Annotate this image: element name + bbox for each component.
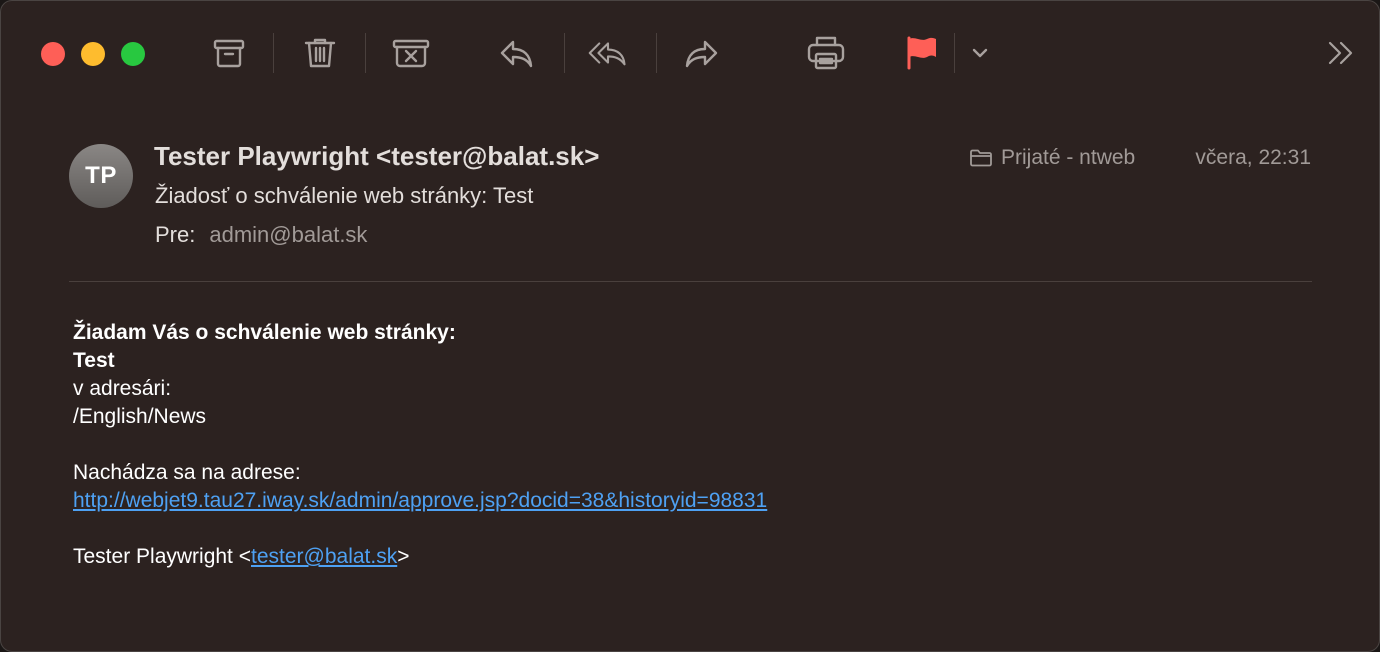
trash-icon[interactable] <box>300 33 340 73</box>
mailbox-name: Prijaté - ntweb <box>1001 146 1136 169</box>
message-body: Žiadam Vás o schválenie web stránky: Tes… <box>73 319 767 571</box>
minimize-window-button[interactable] <box>81 42 105 66</box>
recipient-address[interactable]: admin@balat.sk <box>209 222 367 247</box>
message-date: včera, 22:31 <box>1195 146 1311 169</box>
forward-icon[interactable] <box>682 33 722 73</box>
body-folder-label: v adresári: <box>73 377 172 400</box>
header-divider <box>69 281 1312 282</box>
mail-window: TP Tester Playwright <tester@balat.sk> Ž… <box>0 0 1380 652</box>
toolbar-separator <box>365 33 366 73</box>
toolbar-separator <box>273 33 274 73</box>
signature-email-link[interactable]: tester@balat.sk <box>251 545 397 568</box>
toolbar <box>1 1 1379 105</box>
archive-icon[interactable] <box>209 33 249 73</box>
junk-icon[interactable] <box>391 33 431 73</box>
signature-end: > <box>397 545 410 568</box>
print-icon[interactable] <box>806 33 846 73</box>
recipient-row: Pre: admin@balat.sk <box>155 222 367 248</box>
body-signature: Tester Playwright <tester@balat.sk> <box>73 543 767 571</box>
avatar: TP <box>69 144 133 208</box>
reply-all-icon[interactable] <box>588 33 628 73</box>
reply-icon[interactable] <box>496 33 536 73</box>
approve-link[interactable]: http://webjet9.tau27.iway.sk/admin/appro… <box>73 489 767 512</box>
recipient-label: Pre: <box>155 222 196 247</box>
chevron-down-icon[interactable] <box>960 33 1000 73</box>
body-heading: Žiadam Vás o schválenie web stránky: <box>73 321 456 344</box>
more-chevrons-icon[interactable] <box>1321 33 1361 73</box>
flag-icon[interactable] <box>901 33 941 73</box>
body-folder-path: /English/News <box>73 405 207 428</box>
mailbox-location[interactable]: Prijaté - ntweb <box>969 146 1135 170</box>
folder-icon <box>970 149 992 167</box>
signature-name: Tester Playwright < <box>73 545 251 568</box>
close-window-button[interactable] <box>41 42 65 66</box>
body-address-label: Nachádza sa na adrese: <box>73 461 301 484</box>
body-page-name: Test <box>73 349 115 372</box>
toolbar-separator <box>954 33 955 73</box>
toolbar-separator <box>656 33 657 73</box>
maximize-window-button[interactable] <box>121 42 145 66</box>
sender-name[interactable]: Tester Playwright <tester@balat.sk> <box>154 141 599 172</box>
subject-line: Žiadosť o schválenie web stránky: Test <box>155 183 534 208</box>
toolbar-separator <box>564 33 565 73</box>
